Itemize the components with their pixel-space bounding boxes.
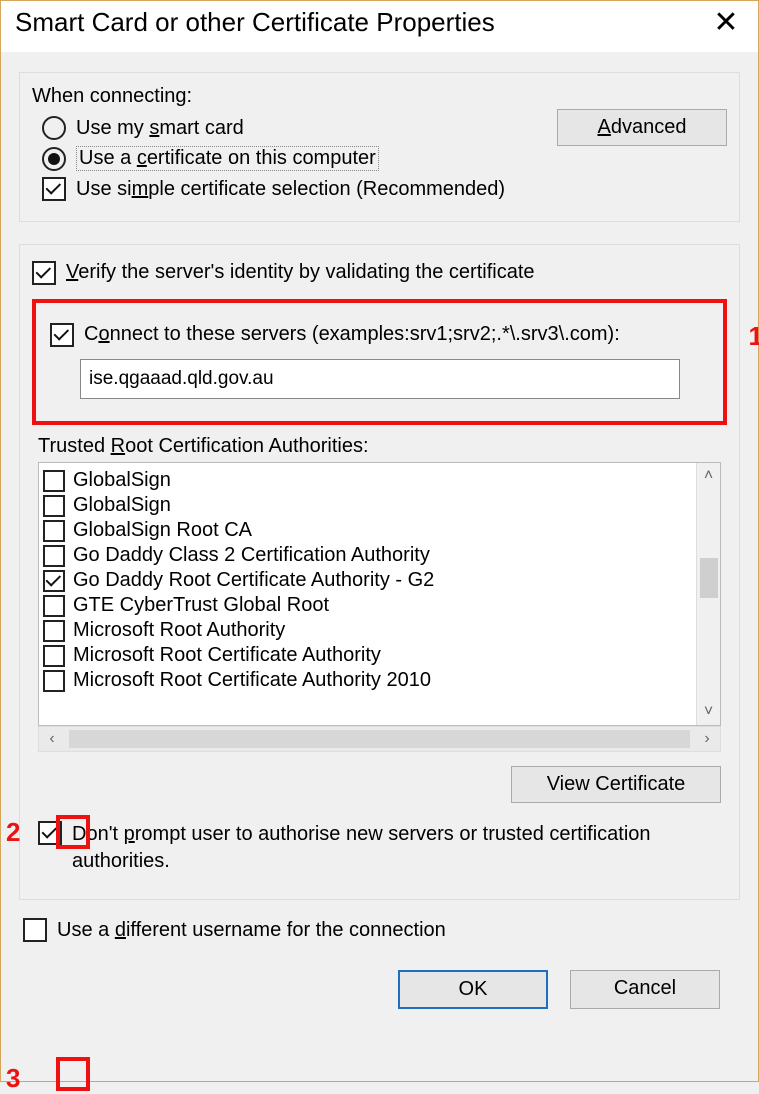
ca-item-checkbox[interactable] xyxy=(43,620,65,642)
ca-item-checkbox[interactable] xyxy=(43,495,65,517)
checkbox-dont-prompt-row: Don't prompt user to authorise new serve… xyxy=(38,821,721,875)
ca-item-checkbox[interactable] xyxy=(43,595,65,617)
ca-item-label: GlobalSign xyxy=(73,494,171,517)
annotation-3: 3 xyxy=(6,1063,20,1094)
ca-list-item[interactable]: GlobalSign xyxy=(43,469,692,492)
checkbox-simple-selection[interactable] xyxy=(42,177,66,201)
servers-input[interactable] xyxy=(80,359,680,399)
trusted-root-list[interactable]: GlobalSignGlobalSignGlobalSign Root CAGo… xyxy=(38,462,721,726)
ca-item-checkbox[interactable] xyxy=(43,570,65,592)
checkbox-connect-servers-row: Connect to these servers (examples:srv1;… xyxy=(50,323,705,347)
titlebar: Smart Card or other Certificate Properti… xyxy=(1,1,758,52)
radio-use-cert-row: Use a certificate on this computer xyxy=(42,146,727,171)
checkbox-verify-identity[interactable] xyxy=(32,261,56,285)
ca-item-label: GlobalSign xyxy=(73,469,171,492)
radio-use-cert[interactable] xyxy=(42,147,66,171)
scroll-up-icon[interactable]: ˄ xyxy=(704,463,713,489)
checkbox-different-username[interactable] xyxy=(23,918,47,942)
ca-list-item[interactable]: Microsoft Root Certificate Authority 201… xyxy=(43,669,692,692)
close-icon[interactable]: ✕ xyxy=(708,8,744,38)
checkbox-connect-servers[interactable] xyxy=(50,323,74,347)
ca-item-checkbox[interactable] xyxy=(43,670,65,692)
checkbox-simple-selection-row: Use simple certificate selection (Recomm… xyxy=(42,177,727,201)
when-connecting-label: When connecting: xyxy=(32,85,727,108)
ca-item-label: Microsoft Root Authority xyxy=(73,619,285,642)
dialog-title: Smart Card or other Certificate Properti… xyxy=(15,7,495,38)
annotation-1: 1 xyxy=(749,321,759,352)
trusted-root-label: Trusted Root Certification Authorities: xyxy=(38,435,727,458)
ca-list-item[interactable]: GlobalSign xyxy=(43,494,692,517)
annotation-box-1: Connect to these servers (examples:srv1;… xyxy=(32,299,727,425)
checkbox-connect-servers-label[interactable]: Connect to these servers (examples:srv1;… xyxy=(84,323,620,346)
checkbox-dont-prompt-label[interactable]: Don't prompt user to authorise new serve… xyxy=(72,821,721,875)
horizontal-scrollbar[interactable]: ‹ › xyxy=(38,726,721,752)
ca-item-label: Go Daddy Class 2 Certification Authority xyxy=(73,544,430,567)
checkbox-verify-identity-label[interactable]: Verify the server's identity by validati… xyxy=(66,261,535,284)
ca-item-checkbox[interactable] xyxy=(43,645,65,667)
ca-list-item[interactable]: Microsoft Root Authority xyxy=(43,619,692,642)
radio-use-smart-card[interactable] xyxy=(42,116,66,140)
checkbox-verify-row: Verify the server's identity by validati… xyxy=(32,261,727,285)
ca-list-item[interactable]: GTE CyberTrust Global Root xyxy=(43,594,692,617)
cancel-button[interactable]: Cancel xyxy=(570,970,720,1009)
ca-item-checkbox[interactable] xyxy=(43,470,65,492)
ca-list-item[interactable]: GlobalSign Root CA xyxy=(43,519,692,542)
checkbox-simple-selection-label[interactable]: Use simple certificate selection (Recomm… xyxy=(76,178,505,201)
scroll-down-icon[interactable]: ˅ xyxy=(704,699,713,725)
vertical-scrollbar[interactable]: ˄ ˅ xyxy=(696,463,720,725)
ca-item-label: Microsoft Root Certificate Authority 201… xyxy=(73,669,431,692)
ok-button[interactable]: OK xyxy=(398,970,548,1009)
annotation-2: 2 xyxy=(6,817,20,848)
checkbox-different-username-label[interactable]: Use a different username for the connect… xyxy=(57,919,446,942)
view-certificate-button[interactable]: View Certificate xyxy=(511,766,721,803)
ca-list-item[interactable]: Microsoft Root Certificate Authority xyxy=(43,644,692,667)
ca-item-label: GlobalSign Root CA xyxy=(73,519,252,542)
hscroll-track[interactable] xyxy=(69,730,690,748)
ca-item-label: GTE CyberTrust Global Root xyxy=(73,594,329,617)
dialog-footer: OK Cancel xyxy=(19,970,740,1009)
annotation-box-3 xyxy=(56,1057,90,1091)
ca-list-item[interactable]: Go Daddy Class 2 Certification Authority xyxy=(43,544,692,567)
checkbox-different-username-row: Use a different username for the connect… xyxy=(23,918,740,942)
ca-item-label: Microsoft Root Certificate Authority xyxy=(73,644,381,667)
scroll-left-icon[interactable]: ‹ xyxy=(39,730,65,748)
checkbox-dont-prompt[interactable] xyxy=(38,821,62,845)
when-connecting-group: When connecting: Use my smart card Use a… xyxy=(19,72,740,222)
radio-use-cert-label[interactable]: Use a certificate on this computer xyxy=(76,146,379,171)
ca-item-checkbox[interactable] xyxy=(43,545,65,567)
ca-list-item[interactable]: Go Daddy Root Certificate Authority - G2 xyxy=(43,569,692,592)
verify-group: Verify the server's identity by validati… xyxy=(19,244,740,900)
ca-item-label: Go Daddy Root Certificate Authority - G2 xyxy=(73,569,434,592)
dialog-body: When connecting: Use my smart card Use a… xyxy=(1,52,758,1019)
ca-item-checkbox[interactable] xyxy=(43,520,65,542)
scroll-thumb[interactable] xyxy=(700,558,718,598)
scroll-right-icon[interactable]: › xyxy=(694,730,720,748)
advanced-button[interactable]: Advanced xyxy=(557,109,727,146)
radio-use-smart-card-label[interactable]: Use my smart card xyxy=(76,117,244,140)
